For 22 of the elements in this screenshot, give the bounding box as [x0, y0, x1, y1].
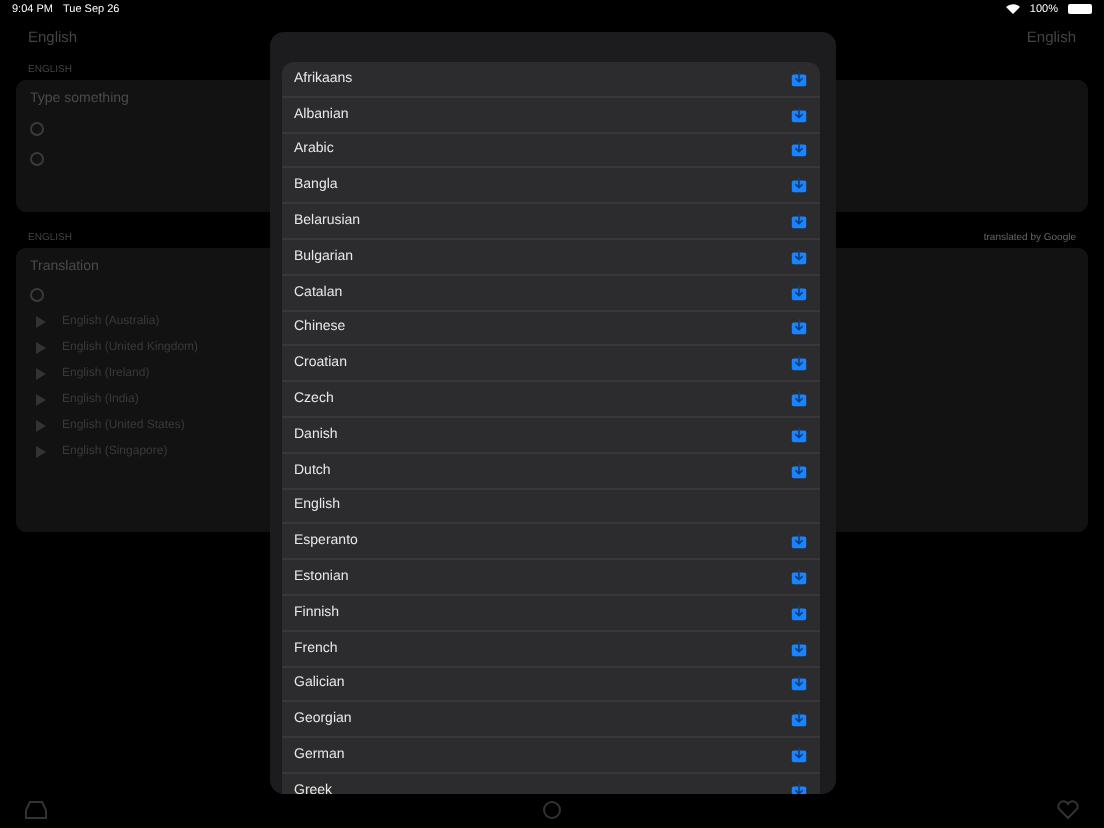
download-icon[interactable] — [790, 212, 808, 231]
download-icon[interactable] — [790, 390, 808, 409]
download-icon[interactable] — [790, 532, 808, 551]
download-icon[interactable] — [790, 603, 808, 622]
download-icon[interactable] — [790, 710, 808, 729]
download-icon[interactable] — [790, 283, 808, 302]
download-icon[interactable] — [790, 247, 808, 266]
download-icon[interactable] — [790, 318, 808, 337]
download-icon[interactable] — [790, 746, 808, 765]
wifi-icon — [1005, 4, 1020, 14]
download-icon[interactable] — [790, 568, 808, 587]
download-icon[interactable] — [790, 176, 808, 195]
download-icon[interactable] — [790, 140, 808, 159]
battery-icon — [1068, 4, 1092, 14]
download-icon[interactable] — [790, 674, 808, 693]
download-icon[interactable] — [790, 69, 808, 88]
download-icon[interactable] — [790, 105, 808, 124]
download-icon[interactable] — [790, 461, 808, 480]
download-icon[interactable] — [790, 425, 808, 444]
download-icon[interactable] — [790, 354, 808, 373]
download-icon[interactable] — [790, 781, 808, 794]
download-icon[interactable] — [790, 639, 808, 658]
